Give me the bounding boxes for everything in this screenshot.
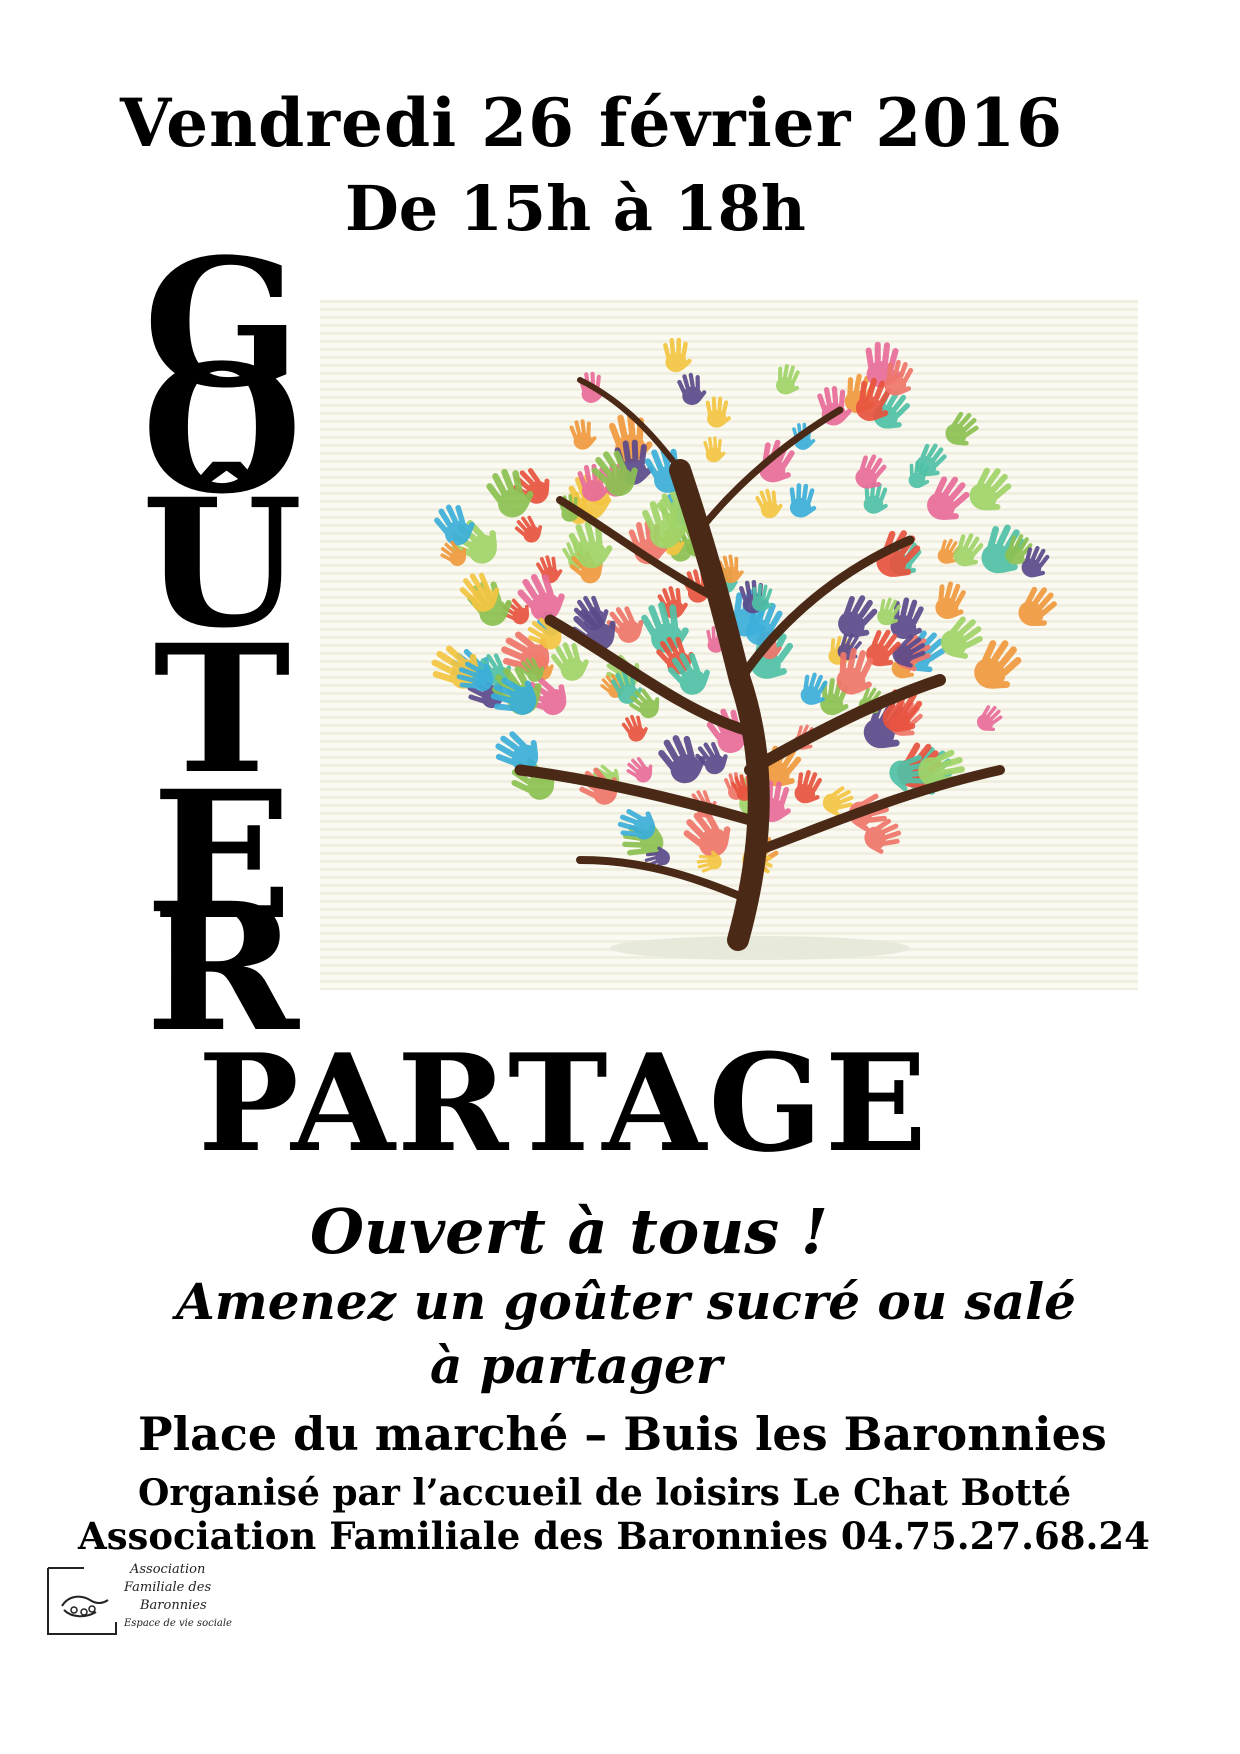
organizer-line2: Association Familiale des Baronnies 04.7… — [78, 1514, 1150, 1558]
bring-snack-line2: à partager — [430, 1336, 723, 1395]
logo-tagline: Espace de vie sociale — [124, 1618, 232, 1629]
organizer-line1: Organisé par l’accueil de loisirs Le Cha… — [138, 1472, 1072, 1514]
hand-tree-icon — [320, 300, 1138, 990]
logo-line2: Familiale des — [124, 1580, 212, 1595]
association-logo: Association Familiale des Baronnies Espa… — [44, 1560, 234, 1638]
logo-line1: Association — [130, 1562, 206, 1577]
event-hours: De 15h à 18h — [345, 172, 806, 245]
event-location: Place du marché – Buis les Baronnies — [138, 1407, 1107, 1461]
open-to-all-text: Ouvert à tous ! — [310, 1195, 828, 1268]
event-subtitle: PARTAGE — [198, 1024, 929, 1182]
hands-logo-icon — [47, 1567, 117, 1635]
bring-snack-line1: Amenez un goûter sucré ou salé — [176, 1272, 1076, 1331]
logo-line3: Baronnies — [140, 1598, 207, 1613]
event-date: Vendredi 26 février 2016 — [120, 84, 1064, 162]
